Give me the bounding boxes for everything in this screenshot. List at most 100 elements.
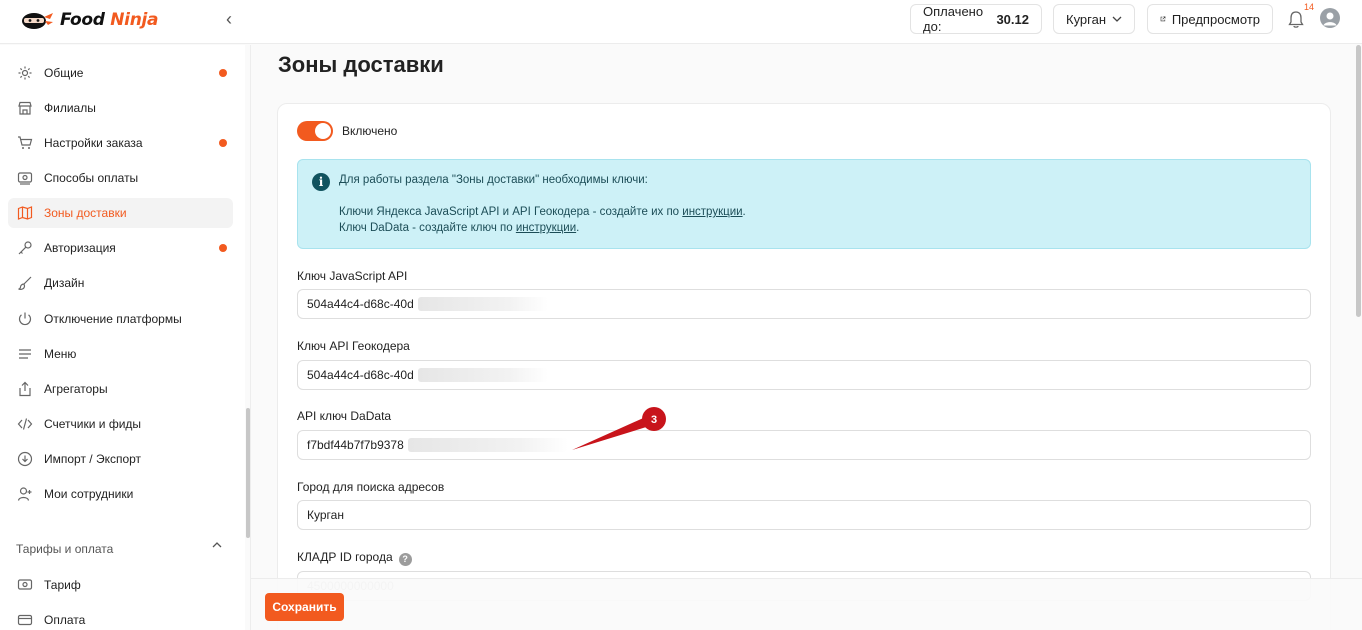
sidebar-item-label: Способы оплаты (44, 171, 139, 185)
upload-icon (16, 380, 34, 398)
page-title: Зоны доставки (278, 52, 444, 77)
store-icon (16, 99, 34, 117)
attention-dot (219, 69, 227, 77)
sidebar-item-delivery-zones[interactable]: Зоны доставки (8, 198, 233, 228)
sidebar-item-label: Агрегаторы (44, 382, 108, 396)
geocoder-key-input[interactable]: 504a44c4-d68c-40d (297, 360, 1311, 390)
brush-icon (16, 274, 34, 292)
chevron-up-icon[interactable] (212, 539, 222, 553)
footer-bar (251, 578, 1362, 630)
city-select[interactable]: Курган (1053, 4, 1135, 34)
sidebar-item-aggregators[interactable]: Агрегаторы (8, 374, 233, 404)
chevron-down-icon (1112, 16, 1122, 22)
save-button[interactable]: Сохранить (265, 593, 344, 621)
sidebar-item-tariff[interactable]: Тариф (8, 570, 233, 600)
sidebar-item-label: Общие (44, 66, 84, 80)
paid-until-value: 30.12 (996, 11, 1029, 27)
js-api-key-input[interactable]: 504a44c4-d68c-40d (297, 289, 1311, 319)
avatar[interactable] (1320, 8, 1340, 28)
map-icon (16, 204, 34, 222)
redacted-blur (417, 297, 548, 311)
sidebar-item-general[interactable]: Общие (8, 58, 233, 88)
help-icon[interactable]: ? (398, 553, 412, 566)
instructions-link-dadata[interactable]: инструкции (516, 222, 576, 234)
info-icon: i (312, 173, 330, 191)
js-api-key-value: 504a44c4-d68c-40d (307, 297, 414, 311)
redacted-blur (417, 368, 548, 382)
sidebar-item-branches[interactable]: Филиалы (8, 93, 233, 123)
sidebar-item-label: Оплата (44, 613, 86, 627)
sidebar: Общие Филиалы Настройки заказа Способы о… (0, 45, 245, 630)
alert-text-line: Ключ DaData - создайте ключ по инструкци… (339, 222, 580, 234)
section-title-tariffs: Тарифы и оплата (16, 542, 114, 556)
preview-label: Предпросмотр (1171, 11, 1260, 27)
sidebar-item-label: Дизайн (44, 276, 85, 290)
sidebar-item-authorization[interactable]: Авторизация (8, 233, 233, 263)
sidebar-item-label: Филиалы (44, 101, 96, 115)
payment-icon (16, 169, 34, 187)
sidebar-item-label: Зоны доставки (44, 206, 127, 220)
instructions-link-yandex[interactable]: инструкции (682, 206, 742, 218)
external-link-icon (1160, 16, 1166, 22)
sidebar-item-label: Настройки заказа (44, 136, 143, 150)
city-select-value: Курган (1066, 11, 1107, 27)
sidebar-item-platform-disable[interactable]: Отключение платформы (8, 304, 233, 334)
js-api-key-label: Ключ JavaScript API (297, 269, 408, 283)
redacted-blur (407, 438, 568, 452)
sidebar-item-import-export[interactable]: Импорт / Экспорт (8, 444, 233, 474)
sidebar-divider (250, 45, 251, 630)
download-icon (16, 450, 34, 468)
info-alert: i Для работы раздела "Зоны доставки" нео… (297, 159, 1311, 249)
main-scrollbar[interactable] (1356, 45, 1361, 317)
user-icon (1323, 12, 1337, 26)
attention-dot (219, 244, 227, 252)
top-bar: Food Ninja ‹ Оплачено до: 30.12 Курган П… (0, 0, 1362, 44)
ninja-logo-icon (22, 13, 53, 29)
dadata-key-value: f7bdf44b7f7b9378 (307, 438, 404, 452)
dadata-key-label: API ключ DaData (297, 409, 392, 423)
paid-until-label: Оплачено до: (923, 4, 984, 34)
user-add-icon (16, 485, 34, 503)
city-search-input[interactable]: Курган (297, 500, 1311, 530)
geocoder-key-label: Ключ API Геокодера (297, 339, 410, 353)
sidebar-item-counters-feeds[interactable]: Счетчики и фиды (8, 409, 233, 439)
sidebar-item-label: Мои сотрудники (44, 487, 134, 501)
dadata-key-input[interactable]: f7bdf44b7f7b9378 (297, 430, 1311, 460)
card-icon (16, 611, 34, 629)
cart-icon (16, 134, 34, 152)
bell-icon[interactable] (1286, 10, 1306, 30)
menu-icon (16, 345, 34, 363)
sidebar-item-order-settings[interactable]: Настройки заказа (8, 128, 233, 158)
gear-icon (16, 64, 34, 82)
preview-button[interactable]: Предпросмотр (1147, 4, 1273, 34)
attention-dot (219, 139, 227, 147)
sidebar-item-label: Отключение платформы (44, 312, 182, 326)
logo[interactable]: Food Ninja (18, 8, 159, 32)
logo-text: Food Ninja (60, 10, 159, 30)
geocoder-key-value: 504a44c4-d68c-40d (307, 368, 414, 382)
sidebar-item-menu[interactable]: Меню (8, 339, 233, 369)
tariff-icon (16, 576, 34, 594)
enabled-toggle-label: Включено (342, 124, 398, 138)
paid-until-button[interactable]: Оплачено до: 30.12 (910, 4, 1042, 34)
collapse-sidebar-icon[interactable]: ‹ (220, 10, 238, 28)
sidebar-item-label: Тариф (44, 578, 81, 592)
sidebar-item-label: Авторизация (44, 241, 116, 255)
app-root: Food Ninja ‹ Оплачено до: 30.12 Курган П… (0, 0, 1362, 630)
notification-count-badge: 14 (1304, 2, 1315, 12)
sidebar-item-label: Счетчики и фиды (44, 417, 142, 431)
alert-text-line: Для работы раздела "Зоны доставки" необх… (339, 174, 648, 186)
sidebar-item-label: Меню (44, 347, 77, 361)
sidebar-item-payment-methods[interactable]: Способы оплаты (8, 163, 233, 193)
kladr-id-label: КЛАДР ID города? (297, 550, 412, 566)
code-icon (16, 415, 34, 433)
sidebar-item-label: Импорт / Экспорт (44, 452, 142, 466)
annotation-arrow: 3 (572, 407, 666, 450)
city-search-value: Курган (307, 508, 344, 522)
annotation-number: 3 (651, 414, 657, 426)
sidebar-item-design[interactable]: Дизайн (8, 268, 233, 298)
power-icon (16, 310, 34, 328)
enabled-toggle[interactable] (297, 121, 333, 141)
sidebar-item-employees[interactable]: Мои сотрудники (8, 479, 233, 509)
sidebar-item-payment[interactable]: Оплата (8, 605, 233, 630)
